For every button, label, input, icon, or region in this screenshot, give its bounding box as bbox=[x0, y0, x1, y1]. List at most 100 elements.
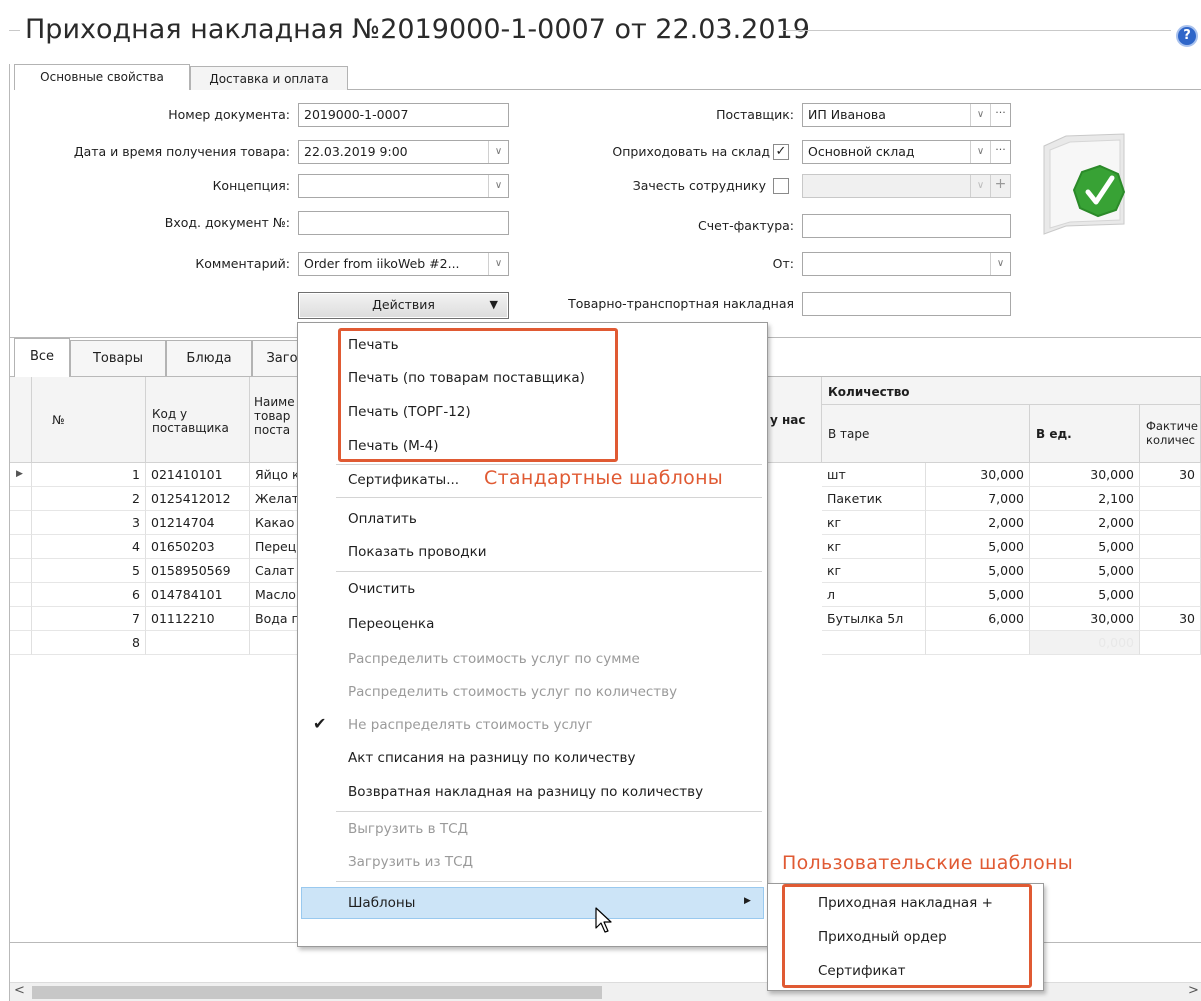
grid-header-ours[interactable]: у нас bbox=[768, 377, 822, 463]
menu-item-no-distribute[interactable]: Не распределять стоимость услуг bbox=[348, 715, 593, 735]
row-pack[interactable]: Бутылка 5л bbox=[822, 607, 926, 631]
menu-item-show-entries[interactable]: Показать проводки bbox=[348, 542, 487, 562]
row-name[interactable]: Масло bbox=[250, 583, 300, 607]
ellipsis-icon[interactable]: ··· bbox=[990, 104, 1010, 126]
row-units[interactable]: 5,000 bbox=[1030, 559, 1140, 583]
row-pack[interactable]: Пакетик bbox=[822, 487, 926, 511]
grid-tab-goods[interactable]: Товары bbox=[70, 340, 166, 376]
menu-item-export-tsd[interactable]: Выгрузить в ТСД bbox=[348, 819, 468, 839]
grid-header-quantity[interactable]: Количество bbox=[822, 377, 1201, 405]
employee-checkbox[interactable] bbox=[773, 178, 789, 194]
comment-field[interactable]: Order from iikoWeb #2... ∨ bbox=[298, 252, 509, 276]
menu-item-import-tsd[interactable]: Загрузить из ТСД bbox=[348, 852, 473, 872]
row-actual[interactable] bbox=[1140, 583, 1201, 607]
waybill-field[interactable] bbox=[802, 292, 1011, 316]
grid-header-supplier-code[interactable]: Код у поставщика bbox=[146, 377, 250, 463]
from-select[interactable]: ∨ bbox=[802, 252, 1011, 276]
row-actual[interactable] bbox=[1140, 559, 1201, 583]
row-code[interactable]: 01112210 bbox=[146, 607, 250, 631]
menu-item-templates[interactable]: Шаблоны bbox=[348, 893, 415, 913]
row-pack[interactable]: кг bbox=[822, 511, 926, 535]
row-actual[interactable] bbox=[1140, 511, 1201, 535]
row-pack[interactable]: шт bbox=[822, 463, 926, 487]
row-qty[interactable]: 5,000 bbox=[926, 559, 1030, 583]
row-pack[interactable] bbox=[822, 631, 926, 655]
actions-button[interactable]: Действия ▼ bbox=[298, 292, 509, 319]
row-code[interactable]: 01650203 bbox=[146, 535, 250, 559]
scroll-left-icon[interactable]: < bbox=[14, 983, 25, 998]
chevron-down-icon[interactable]: ∨ bbox=[488, 175, 508, 197]
grid-header-in-units[interactable]: В ед. bbox=[1030, 405, 1140, 463]
grid-header-actual[interactable]: Фактиче количес bbox=[1140, 405, 1201, 463]
row-units[interactable]: 5,000 bbox=[1030, 583, 1140, 607]
incoming-doc-field[interactable] bbox=[298, 211, 509, 235]
ellipsis-icon[interactable]: ··· bbox=[990, 141, 1010, 163]
chevron-down-icon[interactable]: ∨ bbox=[488, 141, 508, 163]
grid-header-num[interactable]: № bbox=[32, 377, 146, 463]
concept-select[interactable]: ∨ bbox=[298, 174, 509, 198]
menu-item-clear[interactable]: Очистить bbox=[348, 579, 415, 599]
chevron-down-icon[interactable]: ∨ bbox=[970, 175, 990, 197]
menu-item-distribute-qty[interactable]: Распределить стоимость услуг по количест… bbox=[348, 682, 677, 702]
scroll-right-icon[interactable]: > bbox=[1188, 983, 1199, 998]
menu-item-writeoff-act[interactable]: Акт списания на разницу по количеству bbox=[348, 748, 635, 768]
row-actual[interactable] bbox=[1140, 631, 1201, 655]
row-units[interactable]: 30,000 bbox=[1030, 607, 1140, 631]
row-name[interactable]: Перец bbox=[250, 535, 300, 559]
chevron-down-icon[interactable]: ∨ bbox=[970, 141, 990, 163]
plus-icon[interactable]: + bbox=[990, 175, 1010, 197]
row-name[interactable]: Желат bbox=[250, 487, 300, 511]
row-qty[interactable]: 6,000 bbox=[926, 607, 1030, 631]
menu-item-certificates[interactable]: Сертификаты... bbox=[348, 470, 459, 490]
menu-item-return-invoice[interactable]: Возвратная накладная на разницу по колич… bbox=[348, 782, 703, 802]
tab-delivery-payment[interactable]: Доставка и оплата bbox=[190, 66, 348, 90]
row-units[interactable]: 2,100 bbox=[1030, 487, 1140, 511]
chevron-down-icon[interactable]: ∨ bbox=[970, 104, 990, 126]
grid-tab-all[interactable]: Все bbox=[14, 338, 70, 377]
row-actual[interactable] bbox=[1140, 487, 1201, 511]
grid-header-in-pack[interactable]: В таре bbox=[822, 405, 1030, 463]
menu-item-pay[interactable]: Оплатить bbox=[348, 509, 417, 529]
row-name[interactable]: Яйцо к bbox=[250, 463, 300, 487]
row-actual[interactable]: 30 bbox=[1140, 607, 1201, 631]
row-code[interactable] bbox=[146, 631, 250, 655]
row-units[interactable]: 2,000 bbox=[1030, 511, 1140, 535]
row-qty[interactable]: 5,000 bbox=[926, 535, 1030, 559]
row-qty[interactable]: 2,000 bbox=[926, 511, 1030, 535]
row-code[interactable]: 01214704 bbox=[146, 511, 250, 535]
row-pack[interactable]: кг bbox=[822, 559, 926, 583]
datetime-field[interactable]: 22.03.2019 9:00 ∨ bbox=[298, 140, 509, 164]
row-name[interactable]: Салат bbox=[250, 559, 300, 583]
warehouse-checkbox[interactable]: ✓ bbox=[773, 144, 789, 160]
doc-number-field[interactable]: 2019000-1-0007 bbox=[298, 103, 509, 127]
row-code[interactable]: 0125412012 bbox=[146, 487, 250, 511]
invoice-field[interactable] bbox=[802, 214, 1011, 238]
row-units[interactable]: 0,000 bbox=[1030, 631, 1140, 655]
row-pack[interactable]: кг bbox=[822, 535, 926, 559]
grid-header-name[interactable]: Наиме товар поста bbox=[250, 377, 300, 463]
row-qty[interactable]: 30,000 bbox=[926, 463, 1030, 487]
menu-item-distribute-sum[interactable]: Распределить стоимость услуг по сумме bbox=[348, 649, 640, 669]
row-qty[interactable]: 7,000 bbox=[926, 487, 1030, 511]
row-name[interactable] bbox=[250, 631, 300, 655]
row-actual[interactable]: 30 bbox=[1140, 463, 1201, 487]
row-units[interactable]: 30,000 bbox=[1030, 463, 1140, 487]
row-name[interactable]: Какао bbox=[250, 511, 300, 535]
employee-select[interactable]: ∨ + bbox=[802, 174, 1011, 198]
supplier-select[interactable]: ИП Иванова ∨ ··· bbox=[802, 103, 1011, 127]
help-icon[interactable]: ? bbox=[1176, 25, 1198, 47]
tab-main-properties[interactable]: Основные свойства bbox=[14, 64, 190, 90]
row-code[interactable]: 014784101 bbox=[146, 583, 250, 607]
row-code[interactable]: 0158950569 bbox=[146, 559, 250, 583]
grid-tab-dishes[interactable]: Блюда bbox=[166, 340, 252, 376]
menu-item-revaluation[interactable]: Переоценка bbox=[348, 614, 434, 634]
row-qty[interactable]: 5,000 bbox=[926, 583, 1030, 607]
row-pack[interactable]: л bbox=[822, 583, 926, 607]
row-code[interactable]: 021410101 bbox=[146, 463, 250, 487]
row-actual[interactable] bbox=[1140, 535, 1201, 559]
chevron-down-icon[interactable]: ∨ bbox=[990, 253, 1010, 275]
row-units[interactable]: 5,000 bbox=[1030, 535, 1140, 559]
row-qty[interactable] bbox=[926, 631, 1030, 655]
row-name[interactable]: Вода п bbox=[250, 607, 300, 631]
warehouse-select[interactable]: Основной склад ∨ ··· bbox=[802, 140, 1011, 164]
